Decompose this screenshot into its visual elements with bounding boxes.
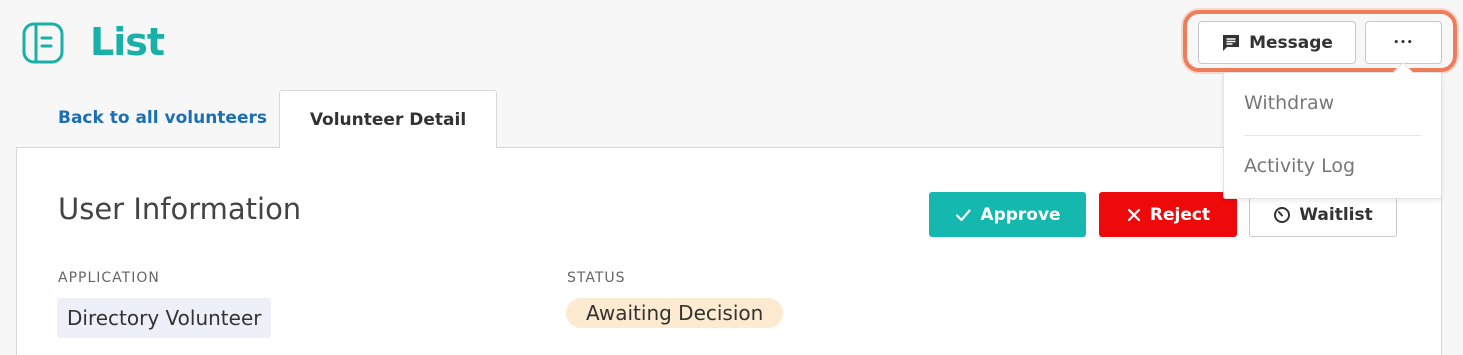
back-to-volunteers-link[interactable]: Back to all volunteers xyxy=(58,108,267,128)
timer-icon xyxy=(1274,206,1291,223)
book-icon xyxy=(22,22,64,64)
menu-item-activity-log[interactable]: Activity Log xyxy=(1244,155,1355,177)
tab-volunteer-detail[interactable]: Volunteer Detail xyxy=(279,90,497,148)
reject-button[interactable]: Reject xyxy=(1099,192,1237,237)
reject-button-label: Reject xyxy=(1149,204,1211,225)
dropdown-divider xyxy=(1244,135,1421,136)
tab-volunteer-detail-label: Volunteer Detail xyxy=(309,109,467,130)
message-button[interactable]: Message xyxy=(1198,21,1356,64)
more-options-button[interactable]: ••• xyxy=(1365,21,1442,64)
message-button-label: Message xyxy=(1249,32,1333,53)
chat-icon xyxy=(1223,34,1240,51)
section-title: User Information xyxy=(58,192,302,226)
close-icon xyxy=(1127,208,1141,221)
more-options-dropdown: Withdraw Activity Log xyxy=(1223,72,1442,199)
check-icon xyxy=(956,208,972,221)
menu-item-withdraw[interactable]: Withdraw xyxy=(1244,92,1334,114)
application-value: Directory Volunteer xyxy=(57,298,272,338)
status-label: STATUS xyxy=(567,270,626,286)
status-badge: Awaiting Decision xyxy=(566,298,784,328)
approve-button[interactable]: Approve xyxy=(929,192,1086,237)
approve-button-label: Approve xyxy=(980,204,1061,225)
ellipsis-icon: ••• xyxy=(1393,37,1414,48)
application-label: APPLICATION xyxy=(58,270,160,286)
waitlist-button-label: Waitlist xyxy=(1299,204,1373,225)
page-title: List xyxy=(90,20,165,64)
